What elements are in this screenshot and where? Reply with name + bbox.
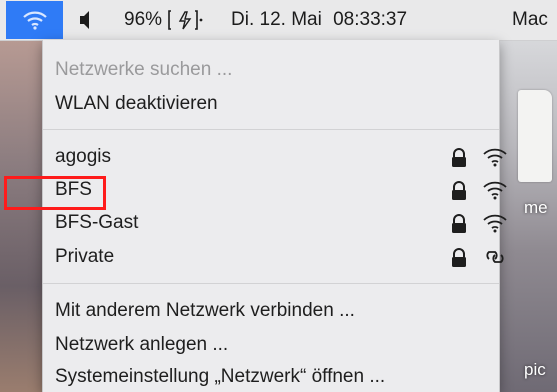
personal-hotspot-icon	[486, 251, 504, 263]
menu-bar: 96% Di. 12. Mai 08:33:37 Mac	[0, 0, 557, 41]
battery-percent: 96%	[124, 9, 163, 30]
lock-icon	[452, 148, 466, 167]
wifi-signal-icon	[483, 181, 507, 200]
volume-menu-button[interactable]	[77, 0, 93, 40]
desktop-label-fragment-2: pic	[524, 360, 546, 379]
wifi-icon	[22, 11, 47, 30]
wifi-menu-button[interactable]	[6, 1, 63, 39]
user-menu-item[interactable]: Mac	[512, 0, 548, 40]
desktop-background-left	[0, 40, 42, 392]
disable-wlan-item[interactable]: WLAN deaktivieren	[55, 90, 218, 118]
network-name: Private	[55, 246, 115, 267]
battery-menu-button[interactable]: 96%	[124, 0, 207, 40]
wifi-signal-icon	[483, 214, 507, 233]
search-networks-item: Netzwerke suchen ...	[55, 59, 233, 80]
desktop-document-icon[interactable]	[518, 90, 552, 182]
open-network-preferences-item[interactable]: Systemeinstellung „Netzwerk“ öffnen ...	[55, 363, 385, 391]
menu-separator	[43, 283, 499, 284]
date-time-menu-item[interactable]: Di. 12. Mai 08:33:37	[231, 0, 407, 40]
wifi-signal-icon	[483, 148, 507, 167]
create-network-item[interactable]: Netzwerk anlegen ...	[55, 331, 228, 359]
network-item-private[interactable]: Private	[55, 243, 504, 271]
screen: me pic 96% Di. 12. Mai 08:33:37 Mac Netz…	[0, 0, 557, 392]
menu-bar-time: 08:33:37	[333, 9, 408, 30]
lock-icon	[452, 248, 466, 267]
highlight-annotation-box	[4, 176, 106, 210]
wifi-dropdown-menu: Netzwerke suchen ... WLAN deaktivieren a…	[42, 40, 507, 392]
join-other-network-item[interactable]: Mit anderem Netzwerk verbinden ...	[55, 297, 355, 325]
lock-icon	[452, 181, 466, 200]
network-item-agogis[interactable]: agogis	[55, 143, 507, 171]
lock-icon	[452, 214, 466, 233]
network-item-bfs-gast[interactable]: BFS-Gast	[55, 209, 507, 237]
menu-bar-date: Di. 12. Mai	[231, 9, 322, 30]
menu-separator	[43, 129, 499, 130]
battery-charging-icon	[168, 10, 203, 30]
desktop-label-fragment: me	[524, 198, 548, 217]
network-item-bfs[interactable]: BFS	[55, 176, 507, 204]
network-name: BFS-Gast	[55, 212, 139, 233]
network-name: agogis	[55, 146, 111, 167]
user-name: Mac	[512, 9, 548, 30]
speaker-icon	[80, 11, 89, 29]
